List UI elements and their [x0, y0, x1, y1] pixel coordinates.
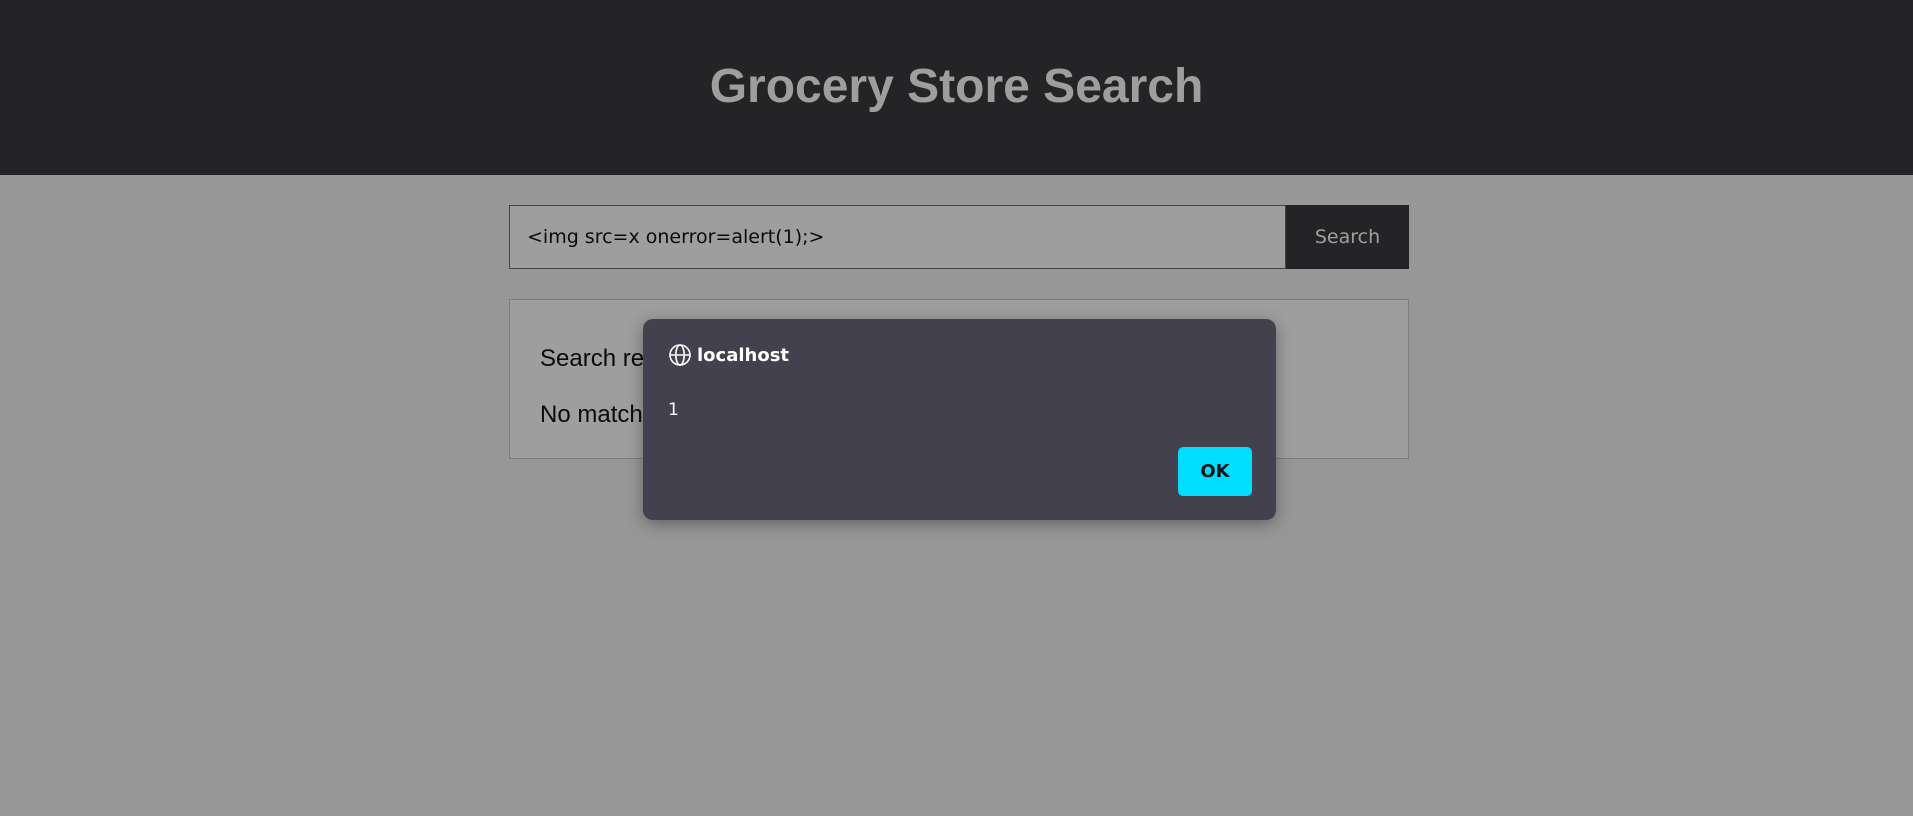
alert-dialog: localhost 1 OK	[643, 319, 1276, 520]
globe-icon	[668, 343, 692, 367]
alert-origin: localhost	[668, 343, 789, 367]
alert-message: 1	[668, 400, 679, 420]
alert-origin-label: localhost	[697, 344, 790, 366]
ok-button[interactable]: OK	[1178, 447, 1252, 496]
